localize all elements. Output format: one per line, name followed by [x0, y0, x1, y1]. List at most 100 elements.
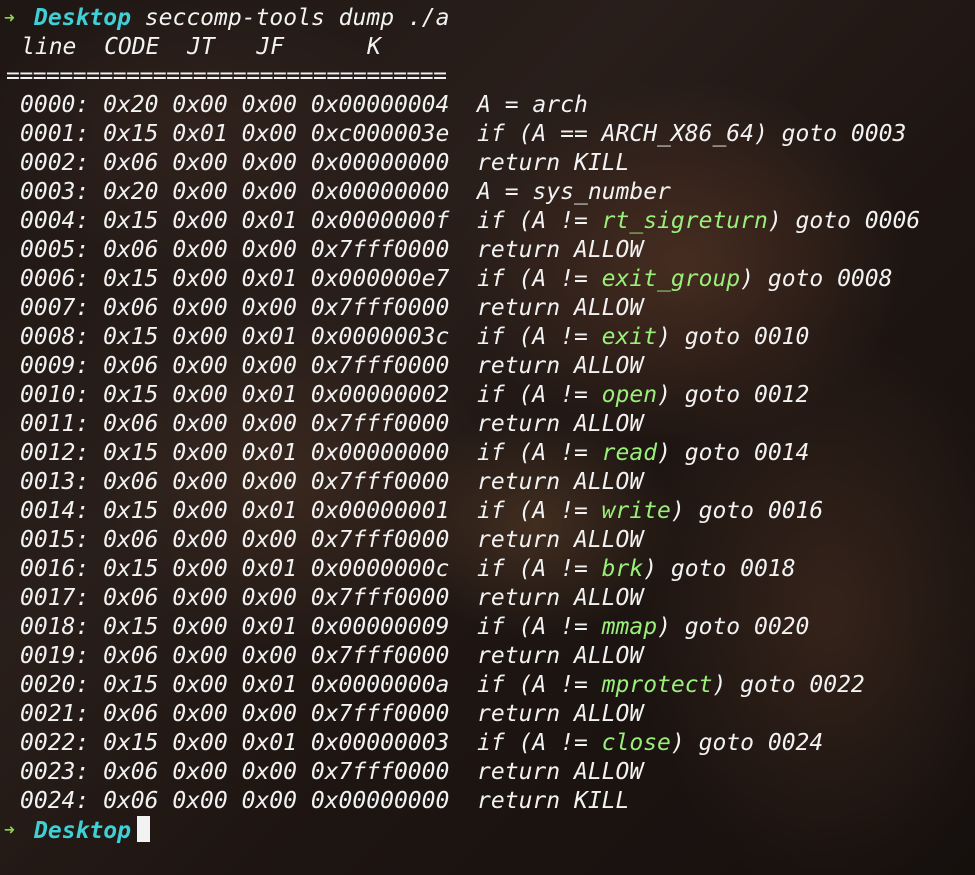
k-value: 0x00000009 [310, 614, 450, 640]
jf-value: 0x01 [241, 498, 297, 524]
code-value: 0x15 [103, 672, 159, 698]
jt-value: 0x00 [172, 585, 228, 611]
instruction-text: return ALLOW [477, 237, 644, 263]
line-number: 0012: [20, 440, 90, 466]
k-value: 0x00000000 [310, 440, 450, 466]
syscall-name: read [601, 440, 658, 466]
instruction-text: if (A != [477, 614, 602, 640]
instruction-row: 0000: 0x20 0x00 0x00 0x00000004 A = arch [0, 91, 975, 120]
syscall-name: mmap [601, 614, 658, 640]
instruction-text: return ALLOW [477, 759, 644, 785]
line-number: 0020: [20, 672, 90, 698]
line-number: 0002: [20, 150, 90, 176]
jt-value: 0x00 [172, 556, 228, 582]
jt-value: 0x00 [172, 295, 228, 321]
code-value: 0x15 [103, 614, 159, 640]
instruction-text: return ALLOW [477, 411, 644, 437]
instruction-text: if (A != [477, 440, 602, 466]
code-value: 0x15 [103, 730, 159, 756]
jt-value: 0x00 [172, 672, 228, 698]
k-value: 0x00000003 [310, 730, 450, 756]
jf-value: 0x00 [241, 469, 297, 495]
prompt-arrow-icon: ➜ [4, 820, 15, 841]
code-value: 0x15 [103, 208, 159, 234]
code-value: 0x15 [103, 382, 159, 408]
k-value: 0x0000003c [310, 324, 450, 350]
k-value: 0x000000e7 [310, 266, 450, 292]
instruction-row: 0021: 0x06 0x00 0x00 0x7fff0000 return A… [0, 700, 975, 729]
instruction-goto: ) goto 0020 [657, 614, 810, 640]
instruction-text: if (A != [477, 208, 602, 234]
instruction-row: 0010: 0x15 0x00 0x01 0x00000002 if (A !=… [0, 381, 975, 410]
k-value: 0x7fff0000 [310, 411, 450, 437]
jt-value: 0x00 [172, 440, 228, 466]
line-number: 0009: [20, 353, 90, 379]
jf-value: 0x01 [241, 266, 297, 292]
instruction-text: A = sys_number [477, 179, 671, 205]
instruction-text: if (A != [477, 730, 602, 756]
jt-value: 0x00 [172, 92, 228, 118]
code-value: 0x06 [103, 295, 159, 321]
line-number: 0001: [20, 121, 90, 147]
instruction-row: 0020: 0x15 0x00 0x01 0x0000000a if (A !=… [0, 671, 975, 700]
code-value: 0x15 [103, 498, 159, 524]
instruction-goto: ) goto 0016 [670, 498, 824, 524]
code-value: 0x15 [103, 121, 159, 147]
jt-value: 0x00 [172, 266, 228, 292]
jf-value: 0x00 [241, 353, 297, 379]
jf-value: 0x00 [241, 527, 297, 553]
jt-value: 0x00 [172, 324, 228, 350]
syscall-name: exit [601, 324, 658, 350]
line-number: 0003: [20, 179, 90, 205]
line-number: 0024: [20, 788, 90, 814]
jf-value: 0x01 [241, 208, 297, 234]
separator-line: ================================= [6, 63, 447, 89]
instruction-row: 0019: 0x06 0x00 0x00 0x7fff0000 return A… [0, 642, 975, 671]
instruction-text: if (A == ARCH_X86_64) goto 0003 [477, 121, 907, 147]
line-number: 0015: [20, 527, 90, 553]
instruction-text: if (A != [477, 498, 602, 524]
instruction-row: 0009: 0x06 0x00 0x00 0x7fff0000 return A… [0, 352, 975, 381]
text-cursor[interactable] [136, 816, 150, 842]
instruction-goto: ) goto 0008 [740, 266, 893, 292]
jf-value: 0x01 [241, 672, 297, 698]
input-prompt-line[interactable]: ➜ Desktop [0, 816, 975, 845]
line-number: 0022: [20, 730, 90, 756]
k-value: 0x00000000 [310, 788, 450, 814]
k-value: 0x7fff0000 [310, 469, 450, 495]
instruction-row: 0013: 0x06 0x00 0x00 0x7fff0000 return A… [0, 468, 975, 497]
instruction-row: 0002: 0x06 0x00 0x00 0x00000000 return K… [0, 149, 975, 178]
k-value: 0x7fff0000 [310, 643, 450, 669]
prompt-arrow-icon: ➜ [4, 8, 15, 29]
instruction-row: 0023: 0x06 0x00 0x00 0x7fff0000 return A… [0, 758, 975, 787]
jf-value: 0x00 [241, 585, 297, 611]
code-value: 0x06 [103, 411, 159, 437]
k-value: 0x0000000a [310, 672, 450, 698]
line-number: 0004: [20, 208, 90, 234]
instruction-text: if (A != [477, 266, 602, 292]
instruction-row: 0012: 0x15 0x00 0x01 0x00000000 if (A !=… [0, 439, 975, 468]
prompt-directory: Desktop [34, 818, 131, 844]
syscall-name: write [601, 498, 671, 524]
code-value: 0x15 [103, 440, 159, 466]
syscall-name: brk [601, 556, 644, 582]
jf-value: 0x00 [241, 295, 297, 321]
k-value: 0x00000002 [310, 382, 450, 408]
code-value: 0x06 [103, 469, 159, 495]
instruction-text: return KILL [477, 788, 630, 814]
instruction-goto: ) goto 0012 [657, 382, 810, 408]
line-number: 0018: [20, 614, 90, 640]
code-value: 0x06 [103, 759, 159, 785]
instruction-row: 0004: 0x15 0x00 0x01 0x0000000f if (A !=… [0, 207, 975, 236]
instruction-row: 0005: 0x06 0x00 0x00 0x7fff0000 return A… [0, 236, 975, 265]
k-value: 0x7fff0000 [310, 527, 450, 553]
k-value: 0x7fff0000 [310, 701, 450, 727]
instruction-row: 0024: 0x06 0x00 0x00 0x00000000 return K… [0, 787, 975, 816]
jf-value: 0x00 [241, 701, 297, 727]
line-number: 0023: [20, 759, 90, 785]
terminal-window[interactable]: ➜ Desktop seccomp-tools dump ./a line COD… [0, 0, 975, 875]
instruction-text: if (A != [477, 556, 602, 582]
code-value: 0x20 [103, 92, 159, 118]
jf-value: 0x00 [241, 179, 297, 205]
command-text: seccomp-tools dump ./a [144, 5, 450, 31]
